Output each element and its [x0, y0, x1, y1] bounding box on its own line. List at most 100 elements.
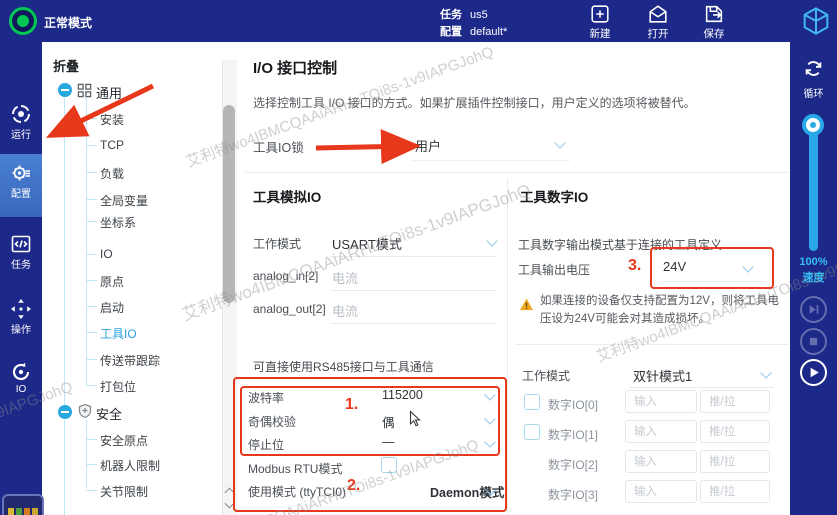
tree-item-joint-limits[interactable]: 关节限制 [100, 483, 148, 500]
annotation-box-1 [240, 386, 500, 456]
speed-value: 100% [790, 256, 837, 268]
digital-io-2-mode-field[interactable] [700, 450, 770, 473]
annotation-arrow-user [316, 146, 412, 148]
left-sidebar: 运行 配置 任务 操作 IO [0, 42, 44, 515]
sidebar-run-label: 运行 [0, 126, 42, 141]
sidebar-item-config[interactable]: 配置 [0, 161, 42, 200]
robot-status-icon[interactable] [9, 7, 37, 35]
tool-io-lock-label: 工具IO锁 [253, 137, 304, 156]
new-button[interactable]: 新建 [578, 3, 622, 41]
analog-section-title: 工具模拟IO [253, 186, 321, 206]
tree-item-tcp[interactable]: TCP [100, 138, 124, 152]
config-row: 配置 default* [440, 23, 507, 39]
analog-out-label: analog_out[2] [253, 302, 326, 316]
tree-connector-line [86, 420, 87, 488]
task-value: us5 [470, 9, 488, 21]
field-underline [630, 387, 773, 388]
new-file-icon [589, 3, 611, 25]
digital-io-0-checkbox[interactable] [524, 394, 540, 410]
digital-io-0-input-field[interactable] [625, 390, 697, 413]
tree-scrollbar-thumb[interactable] [223, 105, 235, 303]
tree-group-safety[interactable]: 安全 [96, 404, 122, 423]
open-icon [647, 3, 669, 25]
divider [245, 172, 788, 173]
mode-label: 正常模式 [44, 14, 92, 31]
tree-group-general[interactable]: 通用 [96, 83, 122, 102]
rs485-note: 可直接使用RS485接口与工具通信 [253, 358, 434, 375]
digital-io-3-input-field[interactable] [625, 480, 697, 503]
digital-work-mode-select[interactable]: 双针模式1 [633, 366, 692, 385]
digital-io-2-input-field[interactable] [625, 450, 697, 473]
analog-in-label: analog_in[2] [253, 269, 318, 283]
tool-io-lock-select[interactable]: 用户 [415, 136, 441, 155]
play-button[interactable] [800, 359, 827, 386]
tree-item-payload[interactable]: 负载 [100, 165, 124, 182]
collapse-label[interactable]: 折叠 [53, 56, 79, 75]
annotation-step-1: 1. [345, 396, 358, 414]
safety-shield-icon [77, 403, 93, 419]
tool-voltage-label: 工具输出电压 [518, 261, 590, 278]
analog-in-select[interactable]: 电流 [332, 268, 358, 287]
tree-item-conveyor-tracking[interactable]: 传送带跟踪 [100, 352, 160, 369]
digital-io-0-mode-field[interactable] [700, 390, 770, 413]
open-button[interactable]: 打开 [636, 3, 680, 41]
tree-connector-line [64, 420, 65, 515]
config-label: 配置 [440, 26, 462, 38]
digital-io-1-mode-field[interactable] [700, 420, 770, 443]
app-window: 正常模式 任务 us5 配置 default* 新建 打开 保存 运行 [0, 0, 837, 515]
tree-item-home[interactable]: 原点 [100, 273, 124, 290]
sidebar-item-task[interactable]: 任务 [0, 232, 42, 271]
annotation-step-3: 3. [628, 257, 641, 275]
tree-item-io[interactable]: IO [100, 247, 113, 261]
sidebar-operate-label: 操作 [0, 321, 42, 336]
code-icon [9, 232, 33, 256]
digital-io-1-checkbox[interactable] [524, 424, 540, 440]
speed-label: 速度 [790, 269, 837, 285]
digital-io-1-label: 数字IO[1] [548, 426, 598, 443]
sidebar-config-label: 配置 [0, 185, 42, 200]
sidebar-io-label: IO [0, 384, 42, 395]
tree-item-startup[interactable]: 启动 [100, 299, 124, 316]
tree-item-robot-limits[interactable]: 机器人限制 [100, 457, 160, 474]
new-button-label: 新建 [590, 28, 611, 40]
chevron-down-icon[interactable] [486, 235, 497, 246]
collapse-minus-icon[interactable] [58, 405, 72, 419]
sidebar-item-run[interactable]: 运行 [0, 102, 42, 141]
tree-item-tool-io[interactable]: 工具IO [100, 325, 137, 342]
loop-mode-icon[interactable] [801, 56, 826, 81]
digital-io-1-input-field[interactable] [625, 420, 697, 443]
tree-item-global-vars[interactable]: 全局变量 [100, 192, 148, 209]
mouse-cursor [406, 410, 424, 428]
step-forward-button[interactable] [800, 296, 827, 323]
play-icon [802, 361, 825, 384]
tree-item-frames[interactable]: 坐标系 [100, 214, 136, 231]
speed-slider-track[interactable] [809, 123, 818, 251]
chevron-down-icon[interactable] [760, 367, 771, 378]
collapse-minus-icon[interactable] [58, 83, 72, 97]
io-loop-icon [9, 360, 33, 384]
sidebar-item-io[interactable]: IO [0, 360, 42, 395]
work-mode-label: 工作模式 [253, 235, 301, 252]
stop-button[interactable] [800, 328, 827, 355]
config-value: default* [470, 26, 507, 38]
tree-item-pack-pose[interactable]: 打包位 [100, 378, 136, 395]
tree-item-safety-home[interactable]: 安全原点 [100, 432, 148, 449]
digital-work-mode-label: 工作模式 [522, 367, 570, 384]
run-icon [9, 102, 33, 126]
task-label: 任务 [440, 9, 462, 21]
work-mode-select[interactable]: USART模式 [332, 234, 402, 253]
digital-io-0-label: 数字IO[0] [548, 396, 598, 413]
annotation-step-2: 2. [347, 477, 360, 495]
digital-section-title: 工具数字IO [520, 186, 588, 206]
digital-io-3-mode-field[interactable] [700, 480, 770, 503]
divider [515, 344, 788, 345]
annotation-box-3 [650, 247, 774, 289]
general-group-icon [77, 83, 92, 98]
tree-item-install[interactable]: 安装 [100, 111, 124, 128]
analog-out-select[interactable]: 电流 [332, 301, 358, 320]
field-underline [412, 160, 570, 161]
chevron-down-icon[interactable] [554, 137, 565, 148]
sidebar-item-operate[interactable]: 操作 [0, 297, 42, 336]
save-button[interactable]: 保存 [692, 3, 736, 41]
speed-slider-handle[interactable] [802, 114, 824, 136]
